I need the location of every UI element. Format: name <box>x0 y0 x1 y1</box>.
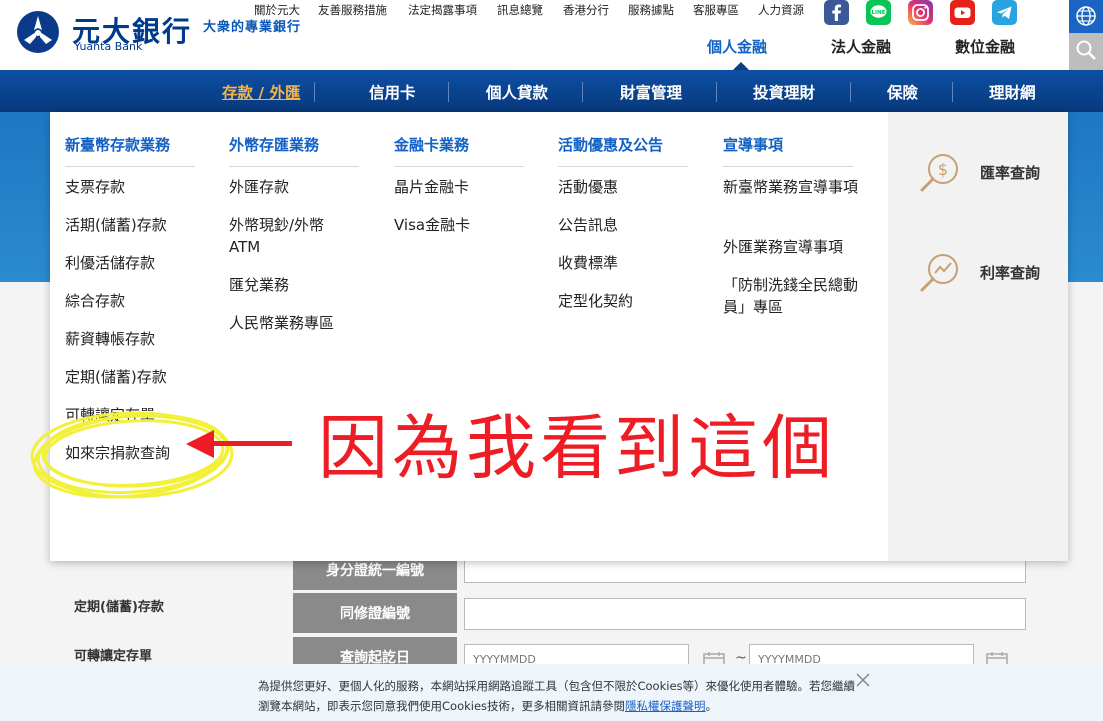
brand-name-en: Yuanta Bank <box>74 40 143 53</box>
monk-cert-label: 同修證編號 <box>293 593 457 633</box>
menu-item[interactable]: Visa金融卡 <box>394 214 470 236</box>
column-divider <box>65 166 195 167</box>
menu-item-donation-query[interactable]: 如來宗捐款查詢 <box>65 442 170 464</box>
menu-item[interactable]: 綜合存款 <box>65 290 125 312</box>
menu-col-title[interactable]: 外幣存匯業務 <box>229 134 319 155</box>
tab-personal-banking[interactable]: 個人金融 <box>707 36 767 57</box>
column-divider <box>229 166 359 167</box>
menu-item[interactable]: 定型化契約 <box>558 290 633 312</box>
nav-divider <box>314 82 315 102</box>
nav-personal-loan[interactable]: 個人貸款 <box>486 81 548 103</box>
menu-col-title[interactable]: 宣導事項 <box>723 134 783 155</box>
column-divider <box>723 166 853 167</box>
nav-investment[interactable]: 投資理財 <box>753 81 815 103</box>
tab-corporate-banking[interactable]: 法人金融 <box>831 36 891 57</box>
nav-wealth-management[interactable]: 財富管理 <box>620 81 682 103</box>
menu-col-title[interactable]: 金融卡業務 <box>394 134 469 155</box>
cookie-message: 為提供您更好、更個人化的服務，本網站採用網路追蹤工具（包含但不限於Cookies… <box>258 676 858 716</box>
nav-divider <box>582 82 583 102</box>
mega-menu: 新臺幣存款業務 支票存款 活期(儲蓄)存款 利優活儲存款 綜合存款 薪資轉帳存款… <box>50 112 1068 561</box>
facebook-icon[interactable] <box>824 0 849 25</box>
monk-cert-field[interactable] <box>464 598 1026 630</box>
main-nav: 存款 / 外匯 信用卡 個人貸款 財富管理 投資理財 保險 理財網 <box>0 70 1103 112</box>
menu-item[interactable]: 可轉讓定存單 <box>65 404 155 426</box>
tab-digital-banking[interactable]: 數位金融 <box>955 36 1015 57</box>
svg-text:$: $ <box>938 160 948 179</box>
top-link-friendly[interactable]: 友善服務措施 <box>318 2 387 18</box>
cookie-text: 為提供您更好、更個人化的服務，本網站採用網路追蹤工具（包含但不限於Cookies… <box>258 679 856 713</box>
menu-item[interactable]: 公告訊息 <box>558 214 618 236</box>
column-divider <box>394 166 524 167</box>
menu-item[interactable]: 晶片金融卡 <box>394 176 469 198</box>
menu-item[interactable]: 外幣現鈔/外幣ATM <box>229 214 349 258</box>
cookie-banner: 為提供您更好、更個人化的服務，本網站採用網路追蹤工具（包含但不限於Cookies… <box>0 664 1103 721</box>
menu-item[interactable]: 活期(儲蓄)存款 <box>65 214 167 236</box>
nav-divider <box>850 82 851 102</box>
active-tab-indicator <box>733 62 749 70</box>
quick-links-panel: $ 匯率查詢 利率查詢 <box>888 112 1068 561</box>
svg-text:LINE: LINE <box>872 10 886 16</box>
brand-tagline: 大衆的專業銀行 <box>203 20 302 35</box>
exchange-rate-icon[interactable]: $ <box>918 150 962 194</box>
menu-item[interactable]: 外匯存款 <box>229 176 289 198</box>
menu-item[interactable]: 人民幣業務專區 <box>229 312 334 334</box>
nav-divider <box>716 82 717 102</box>
menu-item[interactable]: 新臺幣業務宣導事項 <box>723 176 858 198</box>
menu-item[interactable]: 收費標準 <box>558 252 618 274</box>
language-button[interactable] <box>1069 0 1103 33</box>
nav-insurance[interactable]: 保險 <box>887 81 918 103</box>
nav-divider <box>952 82 953 102</box>
top-link-careers[interactable]: 人力資源 <box>758 2 804 18</box>
menu-item[interactable]: 外匯業務宣導事項 <box>723 236 858 258</box>
menu-col-title[interactable]: 新臺幣存款業務 <box>65 134 170 155</box>
menu-item[interactable]: 「防制洗錢全民總動員」專區 <box>723 274 858 318</box>
top-link-disclosure[interactable]: 法定揭露事項 <box>408 2 477 18</box>
interest-rate-link[interactable]: 利率查詢 <box>980 262 1040 283</box>
nav-credit-card[interactable]: 信用卡 <box>369 81 416 103</box>
menu-item[interactable]: 支票存款 <box>65 176 125 198</box>
cookie-text-end: 。 <box>705 699 718 713</box>
top-link-service[interactable]: 客服專區 <box>693 2 739 18</box>
menu-item[interactable]: 定期(儲蓄)存款 <box>65 366 167 388</box>
column-divider <box>558 166 688 167</box>
menu-col-title[interactable]: 活動優惠及公告 <box>558 134 663 155</box>
exchange-rate-link[interactable]: 匯率查詢 <box>980 162 1040 183</box>
nav-finance-web[interactable]: 理財網 <box>989 81 1036 103</box>
annotation-text: 因為我看到這個 <box>318 407 836 489</box>
top-link-news[interactable]: 訊息總覽 <box>497 2 543 18</box>
close-icon[interactable] <box>855 672 871 688</box>
interest-rate-icon[interactable] <box>918 250 962 294</box>
top-link-locations[interactable]: 服務據點 <box>628 2 674 18</box>
sidebar-item-cd[interactable]: 可轉讓定存單 <box>74 645 152 664</box>
globe-icon <box>1076 6 1096 26</box>
youtube-icon[interactable] <box>950 0 975 25</box>
top-link-hk[interactable]: 香港分行 <box>563 2 609 18</box>
line-icon[interactable]: LINE <box>866 0 891 25</box>
nav-deposit-forex[interactable]: 存款 / 外匯 <box>222 81 300 103</box>
menu-item[interactable]: 利優活儲存款 <box>65 252 155 274</box>
telegram-icon[interactable] <box>992 0 1017 25</box>
menu-item[interactable]: 薪資轉帳存款 <box>65 328 155 350</box>
sidebar-item-time-deposit[interactable]: 定期(儲蓄)存款 <box>74 596 164 615</box>
menu-item[interactable]: 活動優惠 <box>558 176 618 198</box>
yuanta-logo-icon <box>17 11 59 53</box>
instagram-icon[interactable] <box>908 0 933 25</box>
search-button[interactable] <box>1069 33 1103 70</box>
top-link-about[interactable]: 關於元大 <box>254 2 300 18</box>
nav-divider <box>448 82 449 102</box>
menu-item[interactable]: 匯兌業務 <box>229 274 289 296</box>
privacy-policy-link[interactable]: 隱私權保護聲明 <box>625 699 706 713</box>
search-icon <box>1076 40 1096 60</box>
site-header: 元大銀行 Yuanta Bank 大衆的專業銀行 關於元大 友善服務措施 法定揭… <box>0 0 1103 70</box>
